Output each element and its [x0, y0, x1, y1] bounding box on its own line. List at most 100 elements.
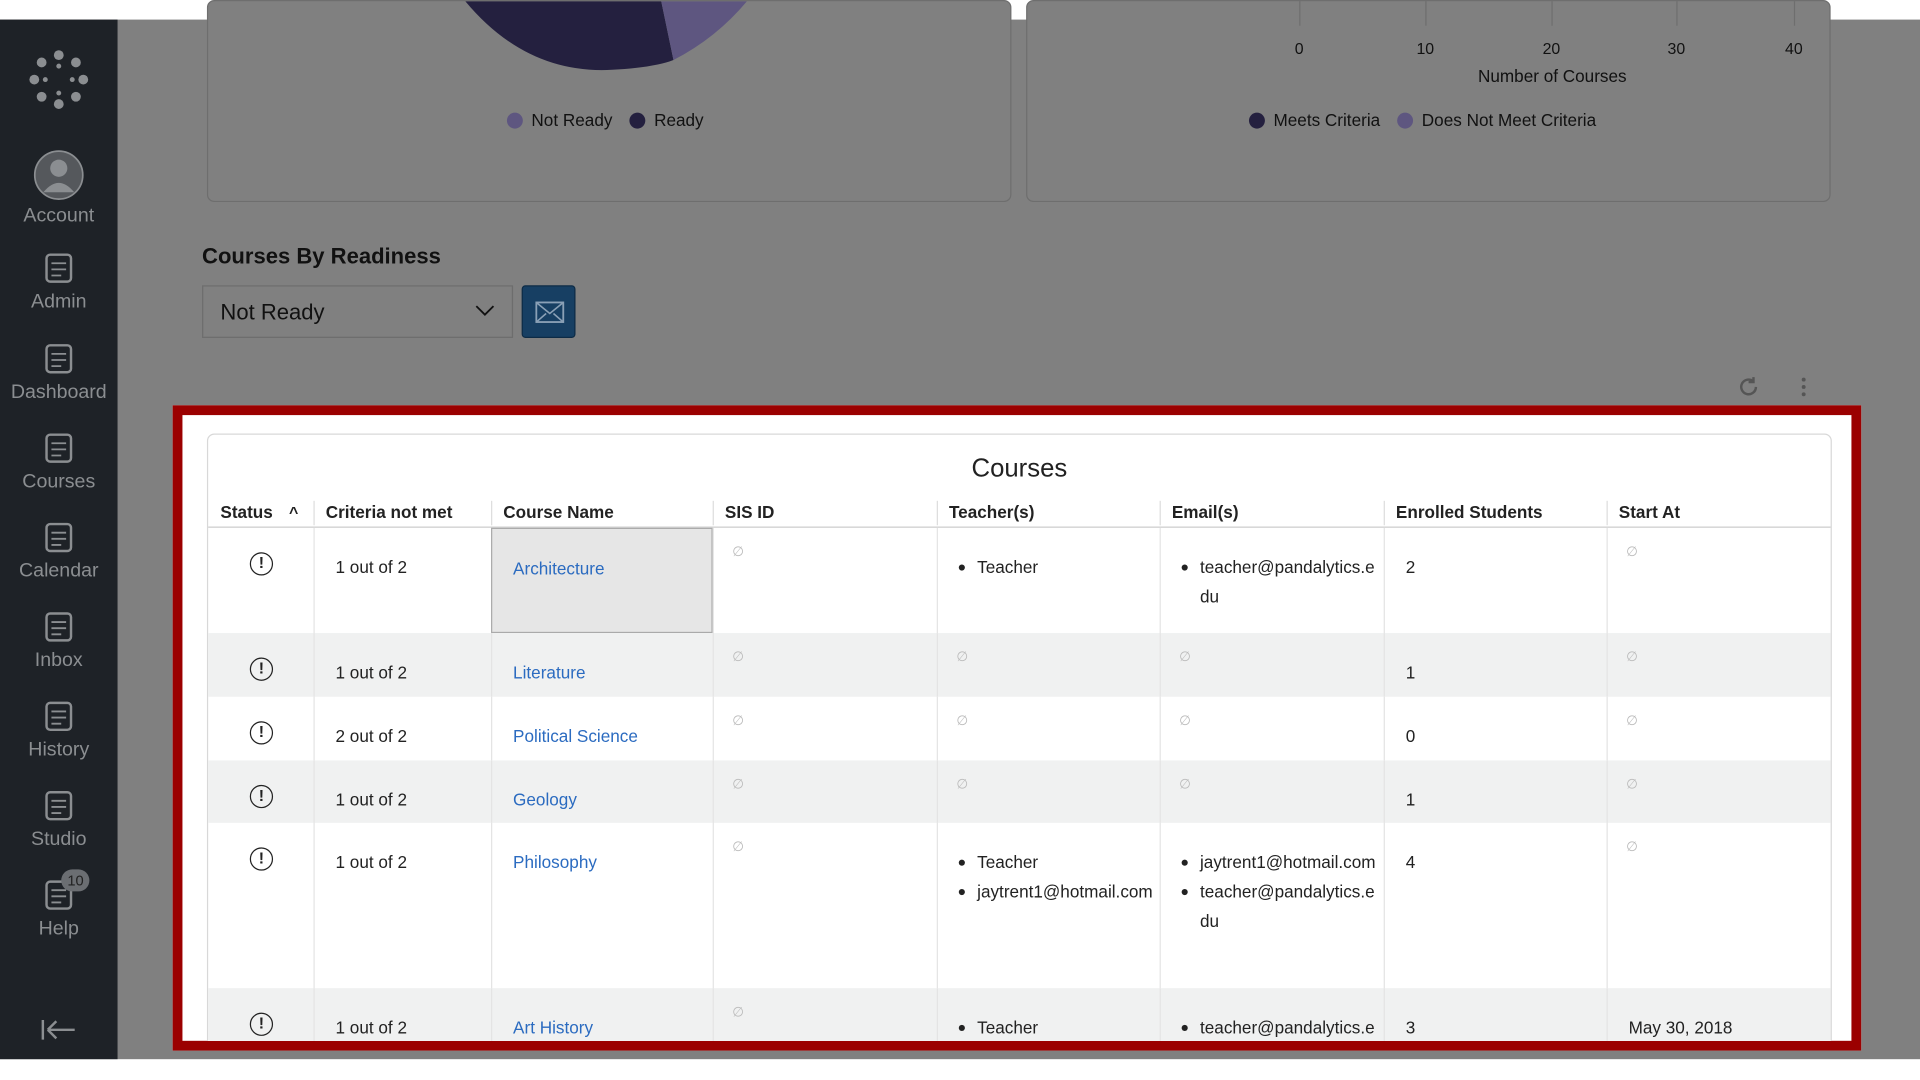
sidebar-item-admin[interactable]: Admin — [0, 250, 118, 314]
course-link[interactable]: Political Science — [513, 726, 638, 746]
cell-value: 1 out of 2 — [335, 557, 408, 577]
null-value-icon: ∅ — [1626, 777, 1638, 793]
legend-item: Meets Criteria — [1248, 110, 1381, 130]
cell-sis-id: ∅ — [712, 760, 937, 823]
warning-icon: ! — [249, 1012, 274, 1036]
x-gridline — [1551, 1, 1553, 26]
x-tick-label: 0 — [1294, 39, 1304, 58]
sort-ascending-icon[interactable]: ^ — [289, 503, 298, 521]
column-divider — [936, 500, 938, 526]
cell-criteria: 1 out of 2 — [313, 822, 491, 989]
email-button[interactable] — [521, 285, 576, 338]
cell-criteria: 1 out of 2 — [313, 988, 491, 1041]
cell-value: 0 — [1405, 726, 1416, 746]
column-header-start-at[interactable]: Start At — [1619, 502, 1680, 522]
course-link[interactable]: Philosophy — [513, 852, 597, 872]
null-value-icon: ∅ — [732, 544, 744, 560]
course-link[interactable]: Art History — [513, 1018, 593, 1038]
sidebar-item-account[interactable]: Account — [0, 149, 118, 227]
cell-teachers: Teacher — [936, 988, 1160, 1041]
sidebar-item-label: Help — [38, 918, 79, 940]
sidebar-item-history[interactable]: History — [0, 698, 118, 762]
null-value-icon: ∅ — [1179, 713, 1191, 729]
readiness-select[interactable]: Not Ready — [202, 285, 514, 338]
sidebar-item-label: Dashboard — [10, 382, 107, 403]
column-header-email-s-[interactable]: Email(s) — [1172, 502, 1239, 522]
column-header-criteria-not-met[interactable]: Criteria not met — [326, 502, 453, 522]
bar-legend: Meets Criteria Does Not Meet Criteria — [1248, 110, 1596, 130]
column-divider — [1383, 500, 1385, 526]
null-value-icon: ∅ — [1626, 544, 1638, 560]
list-item: teacher@pandalytics.edu — [1181, 552, 1384, 611]
cell-enrolled: 1 — [1383, 760, 1607, 823]
column-divider — [313, 500, 315, 526]
sidebar-item-courses[interactable]: Courses — [0, 430, 118, 494]
account-icon — [33, 150, 84, 200]
table-row: ! 1 out of 2 Geology ∅ ∅ ∅ 1 ∅ — [208, 760, 1831, 823]
notification-badge: 10 — [61, 869, 90, 892]
value-list: Teacher — [958, 1013, 1160, 1041]
x-tick-label: 20 — [1542, 39, 1561, 58]
null-value-icon: ∅ — [1626, 713, 1638, 729]
null-value-icon: ∅ — [732, 713, 744, 729]
table-row: ! 1 out of 2 Literature ∅ ∅ ∅ 1 ∅ — [208, 633, 1831, 697]
sidebar-item-dashboard[interactable]: Dashboard — [0, 340, 118, 404]
selected-value: Not Ready — [220, 300, 325, 325]
canvas-logo-icon[interactable] — [28, 49, 89, 110]
sidebar-item-label: Inbox — [34, 650, 83, 672]
sidebar-item-help[interactable]: Help 10 — [0, 869, 118, 941]
section-title: Courses By Readiness — [202, 243, 441, 269]
list-item: Teacher — [958, 1013, 1160, 1041]
more-options-icon[interactable] — [1800, 376, 1807, 398]
sidebar-item-calendar[interactable]: Calendar — [0, 519, 118, 583]
column-header-course-name[interactable]: Course Name — [503, 502, 614, 522]
value-list: teacher@pandalytics.edu — [1181, 552, 1384, 611]
cell-start-at: ∅ — [1606, 760, 1831, 823]
x-gridline — [1676, 1, 1678, 26]
null-value-icon: ∅ — [956, 713, 969, 729]
cell-enrolled: 1 — [1383, 633, 1607, 697]
course-link[interactable]: Architecture — [513, 558, 604, 578]
pie-slice-ready — [465, 1, 674, 71]
cell-value: May 30, 2018 — [1628, 1017, 1733, 1038]
table-row: ! 2 out of 2 Political Science ∅ ∅ ∅ 0 ∅ — [208, 696, 1830, 761]
sidebar-item-inbox[interactable]: Inbox — [0, 609, 118, 673]
warning-icon: ! — [249, 784, 274, 809]
cell-start-at: ∅ — [1606, 822, 1831, 989]
collapse-nav-icon[interactable] — [40, 1019, 77, 1041]
value-list: teacher@pandalytics.edu — [1181, 1013, 1384, 1041]
course-link[interactable]: Geology — [513, 790, 577, 810]
column-divider — [1159, 500, 1161, 526]
list-item: Teacher — [958, 847, 1160, 876]
cell-sis-id: ∅ — [712, 633, 937, 697]
column-header-teacher-s-[interactable]: Teacher(s) — [949, 502, 1034, 522]
cell-enrolled: 0 — [1383, 696, 1607, 761]
column-divider — [491, 500, 493, 526]
sidebar-item-studio[interactable]: Studio — [0, 787, 118, 851]
cell-start-at: May 30, 2018 — [1606, 988, 1831, 1041]
legend-item: Ready — [629, 110, 704, 130]
column-header-status[interactable]: Status — [220, 502, 272, 522]
cell-enrolled: 3 — [1383, 988, 1607, 1041]
cell-value: 1 out of 2 — [335, 852, 408, 872]
value-list: jaytrent1@hotmail.com teacher@pandalytics… — [1181, 847, 1384, 935]
table-title: Courses — [971, 454, 1068, 483]
cell-emails: teacher@pandalytics.edu — [1159, 527, 1384, 634]
null-value-icon: ∅ — [732, 650, 744, 665]
column-header-enrolled-students[interactable]: Enrolled Students — [1396, 502, 1543, 522]
course-link[interactable]: Literature — [513, 662, 585, 682]
cell-value: 1 — [1405, 789, 1416, 810]
cell-course-name: Political Science — [491, 696, 713, 761]
cell-status: ! — [208, 988, 313, 1041]
cell-sis-id: ∅ — [712, 822, 937, 989]
cell-criteria: 1 out of 2 — [313, 760, 491, 823]
readiness-pie-card: Not Ready Ready — [206, 0, 1012, 203]
cell-course-name: Literature — [491, 633, 713, 697]
cell-teachers: Teacher jaytrent1@hotmail.com — [936, 822, 1160, 989]
refresh-icon[interactable] — [1738, 376, 1760, 398]
cell-enrolled: 2 — [1383, 527, 1607, 634]
column-header-sis-id[interactable]: SIS ID — [725, 502, 775, 522]
cell-value: 1 — [1405, 662, 1416, 683]
dashboard-gauge-icon — [45, 344, 73, 374]
legend-label: Meets Criteria — [1273, 110, 1381, 130]
